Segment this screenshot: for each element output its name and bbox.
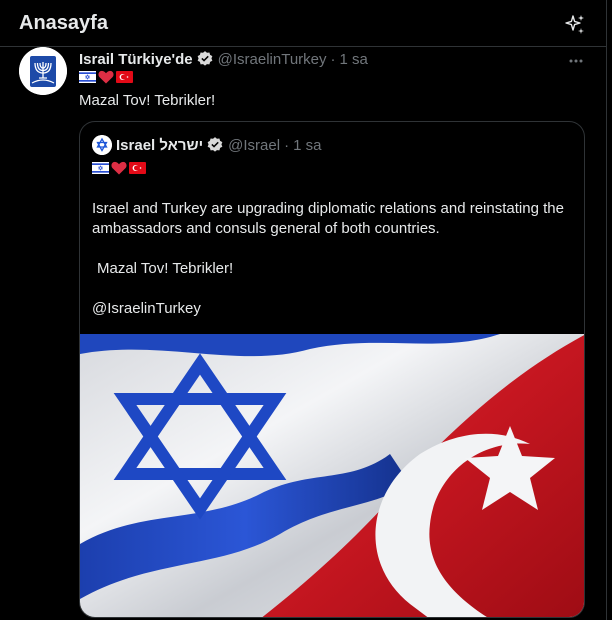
quoted-timestamp[interactable]: 1 sa bbox=[293, 137, 321, 154]
quoted-emoji-line bbox=[92, 161, 146, 175]
heart-icon bbox=[98, 70, 114, 84]
menorah-emblem-icon bbox=[19, 47, 67, 95]
quoted-tweet[interactable]: Israel ישראל @Israel · 1 sa Israel and T… bbox=[79, 121, 585, 618]
separator-dot: · bbox=[284, 136, 290, 154]
verified-badge-icon bbox=[197, 51, 212, 66]
turkey-flag-icon bbox=[116, 71, 133, 83]
author-handle[interactable]: @IsraelinTurkey bbox=[218, 51, 327, 68]
israel-flag-icon bbox=[79, 71, 96, 83]
quoted-tweet-body: Israel and Turkey are upgrading diplomat… bbox=[92, 199, 574, 339]
separator-dot: · bbox=[330, 50, 336, 68]
mention-link[interactable]: @IsraelinTurkey bbox=[92, 299, 574, 319]
quoted-avatar[interactable] bbox=[92, 135, 112, 155]
flags-photo[interactable] bbox=[80, 334, 585, 618]
heart-icon bbox=[111, 161, 127, 175]
column-border bbox=[606, 0, 607, 620]
page-header: Anasayfa bbox=[0, 0, 612, 48]
quoted-author-name[interactable]: Israel ישראל bbox=[116, 137, 203, 154]
verified-badge-icon bbox=[207, 137, 223, 152]
emoji-line bbox=[79, 70, 133, 84]
timestamp[interactable]: 1 sa bbox=[340, 51, 368, 68]
more-options-icon[interactable] bbox=[567, 52, 585, 70]
tweet-text: Mazal Tov! Tebrikler! bbox=[79, 92, 216, 109]
avatar[interactable] bbox=[19, 47, 67, 95]
page-title: Anasayfa bbox=[19, 12, 108, 34]
quoted-author-handle[interactable]: @Israel bbox=[228, 137, 280, 154]
tweet-header: Israil Türkiye'de @IsraelinTurkey · 1 sa bbox=[79, 50, 368, 68]
turkey-flag-icon bbox=[129, 162, 146, 174]
author-name[interactable]: Israil Türkiye'de bbox=[79, 51, 193, 68]
sparkle-icon[interactable] bbox=[563, 13, 587, 37]
quoted-paragraph: Mazal Tov! Tebrikler! bbox=[97, 260, 234, 277]
quoted-tweet-header: Israel ישראל @Israel · 1 sa bbox=[92, 135, 321, 155]
header-divider bbox=[0, 46, 606, 47]
quoted-paragraph: Israel and Turkey are upgrading diplomat… bbox=[92, 200, 564, 237]
israel-flag-icon bbox=[92, 162, 109, 174]
